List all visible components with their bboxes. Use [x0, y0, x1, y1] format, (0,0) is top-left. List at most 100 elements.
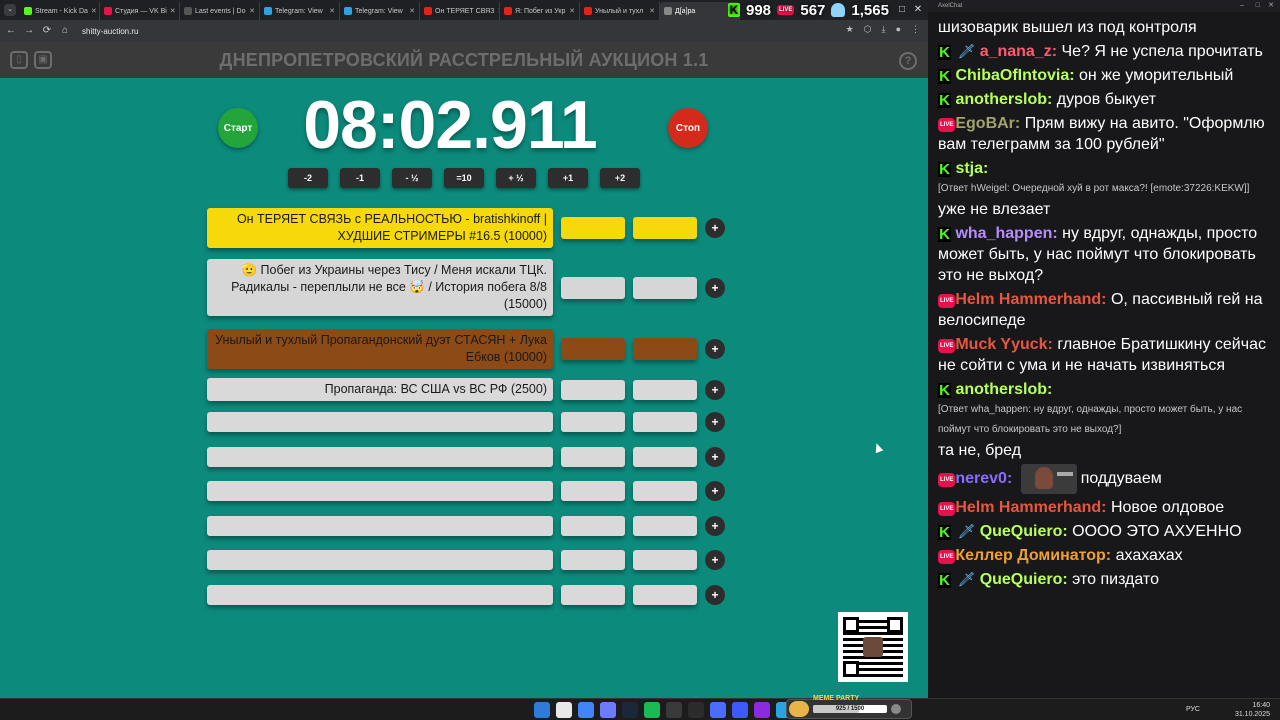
tab-close-icon[interactable]: ✕ — [409, 7, 415, 15]
lot-amount-field[interactable] — [561, 516, 625, 536]
menu-icon[interactable]: ⋮ — [911, 24, 920, 35]
lot-add-amount-field[interactable] — [633, 447, 697, 467]
chat-minimize-button[interactable]: – — [1240, 0, 1244, 12]
lot-add-amount-field[interactable] — [633, 276, 697, 299]
lot-name-field[interactable]: 🫡 Побег из Украины через Тису / Меня иск… — [207, 259, 553, 316]
add-to-lot-button[interactable]: + — [705, 481, 725, 501]
taskbar-app-icon[interactable] — [600, 702, 616, 718]
lot-name-field[interactable] — [207, 412, 553, 432]
chat-username[interactable]: Muck Yyuck: — [955, 336, 1053, 353]
lot-add-amount-field[interactable] — [633, 338, 697, 360]
lot-amount-field[interactable] — [561, 338, 625, 360]
lot-add-amount-field[interactable] — [633, 412, 697, 432]
taskbar-app-icon[interactable] — [622, 702, 638, 718]
chat-username[interactable]: Келлер Доминатор: — [955, 547, 1111, 564]
lot-amount-field[interactable] — [561, 550, 625, 570]
chat-username[interactable]: Helm Hammerhand: — [955, 499, 1106, 516]
taskbar-app-icon[interactable] — [688, 702, 704, 718]
chat-close-button[interactable]: ✕ — [1268, 0, 1274, 12]
chat-username[interactable]: QueQuiero: — [980, 523, 1068, 540]
time-adjust-button[interactable]: =10 — [444, 168, 484, 188]
add-to-lot-button[interactable]: + — [705, 447, 725, 467]
stop-button[interactable]: Стоп — [668, 108, 708, 148]
help-icon[interactable]: ? — [899, 52, 917, 70]
lot-amount-field[interactable] — [561, 585, 625, 605]
lot-add-amount-field[interactable] — [633, 585, 697, 605]
time-adjust-button[interactable]: +1 — [548, 168, 588, 188]
time-adjust-button[interactable]: + ½ — [496, 168, 536, 188]
add-to-lot-button[interactable]: + — [705, 379, 725, 400]
download-icon[interactable]: ⤓ — [882, 24, 886, 35]
tab-search-button[interactable]: ⌄ — [4, 4, 16, 16]
tab-close-icon[interactable]: ✕ — [569, 7, 575, 15]
lot-add-amount-field[interactable] — [633, 217, 697, 239]
chat-username[interactable]: nerev0: — [955, 470, 1012, 487]
add-to-lot-button[interactable]: + — [705, 516, 725, 536]
windows-start-icon[interactable] — [534, 702, 550, 718]
lot-add-amount-field[interactable] — [633, 550, 697, 570]
meme-party-settings-icon[interactable] — [891, 704, 901, 714]
save-icon[interactable]: ▣ — [34, 51, 52, 69]
tab-close-icon[interactable]: ✕ — [649, 7, 655, 15]
lot-add-amount-field[interactable] — [633, 481, 697, 501]
home-icon[interactable]: ⌂ — [58, 24, 72, 38]
reload-icon[interactable]: ⟳ — [40, 24, 54, 38]
lot-name-field[interactable] — [207, 516, 553, 536]
tab-close-icon[interactable]: ✕ — [91, 7, 97, 15]
taskbar-app-icon[interactable] — [732, 702, 748, 718]
profile-icon[interactable]: ● — [896, 24, 901, 35]
tab-close-icon[interactable]: ✕ — [249, 7, 255, 15]
keyboard-language[interactable]: РУС — [1186, 706, 1200, 713]
add-to-lot-button[interactable]: + — [705, 218, 725, 238]
url-field[interactable]: shitty-auction.ru — [82, 27, 138, 36]
chat-username[interactable]: a_nana_z: — [980, 43, 1057, 60]
chat-username[interactable]: stja: — [955, 160, 988, 177]
extension-icon[interactable]: ⬡ — [864, 24, 872, 35]
browser-tab[interactable]: Last events | Do ✕ — [180, 2, 260, 20]
lot-name-field[interactable] — [207, 550, 553, 570]
add-to-lot-button[interactable]: + — [705, 277, 725, 298]
taskbar-app-icon[interactable] — [710, 702, 726, 718]
tab-close-icon[interactable]: ✕ — [170, 7, 176, 15]
chat-username[interactable]: wha_happen: — [955, 225, 1057, 242]
time-adjust-button[interactable]: - ½ — [392, 168, 432, 188]
lot-amount-field[interactable] — [561, 412, 625, 432]
chat-maximize-button[interactable]: □ — [1256, 0, 1260, 12]
browser-tab[interactable]: Stream - Kick Da ✕ — [20, 2, 100, 20]
system-clock[interactable]: 16:40 31.10.2025 — [1235, 701, 1270, 719]
lot-name-field[interactable]: Он ТЕРЯЕТ СВЯЗЬ с РЕАЛЬНОСТЬЮ - bratishk… — [207, 208, 553, 248]
sidebar-toggle-icon[interactable]: ▯ — [10, 51, 28, 69]
taskbar-app-icon[interactable] — [644, 702, 660, 718]
lot-add-amount-field[interactable] — [633, 379, 697, 400]
chat-username[interactable]: QueQuiero: — [980, 571, 1068, 588]
lot-amount-field[interactable] — [561, 481, 625, 501]
chat-username[interactable]: EgoBAr: — [955, 115, 1020, 132]
browser-tab[interactable]: Унылый и тухл ✕ — [580, 2, 660, 20]
taskbar-app-icon[interactable] — [754, 702, 770, 718]
lot-amount-field[interactable] — [561, 379, 625, 400]
add-to-lot-button[interactable]: + — [705, 412, 725, 432]
lot-name-field[interactable] — [207, 585, 553, 605]
browser-tab[interactable]: Студия — VK Bi ✕ — [100, 2, 180, 20]
browser-tab[interactable]: Он ТЕРЯЕТ СВЯЗ✕ — [420, 2, 500, 20]
back-arrow-icon[interactable]: ← — [4, 24, 18, 38]
browser-tab[interactable]: Я: Побег из Укр ✕ — [500, 2, 580, 20]
time-adjust-button[interactable]: -1 — [340, 168, 380, 188]
chat-username[interactable]: ChibaOfIntovia: — [955, 67, 1074, 84]
chat-username[interactable]: anotherslob: — [955, 381, 1052, 398]
forward-arrow-icon[interactable]: → — [22, 24, 36, 38]
lot-name-field[interactable] — [207, 481, 553, 501]
add-to-lot-button[interactable]: + — [705, 339, 725, 359]
tab-close-icon[interactable]: ✕ — [329, 7, 335, 15]
time-adjust-button[interactable]: +2 — [600, 168, 640, 188]
lot-name-field[interactable]: Унылый и тухлый Пропагандонский дуэт СТА… — [207, 329, 553, 369]
browser-tab[interactable]: Telegram: View ✕ — [260, 2, 340, 20]
lot-amount-field[interactable] — [561, 276, 625, 299]
add-to-lot-button[interactable]: + — [705, 585, 725, 605]
taskbar-app-icon[interactable] — [556, 702, 572, 718]
lot-amount-field[interactable] — [561, 447, 625, 467]
chat-username[interactable]: anotherslob: — [955, 91, 1052, 108]
star-icon[interactable]: ★ — [846, 24, 854, 35]
add-to-lot-button[interactable]: + — [705, 550, 725, 570]
taskbar-app-icon[interactable] — [666, 702, 682, 718]
